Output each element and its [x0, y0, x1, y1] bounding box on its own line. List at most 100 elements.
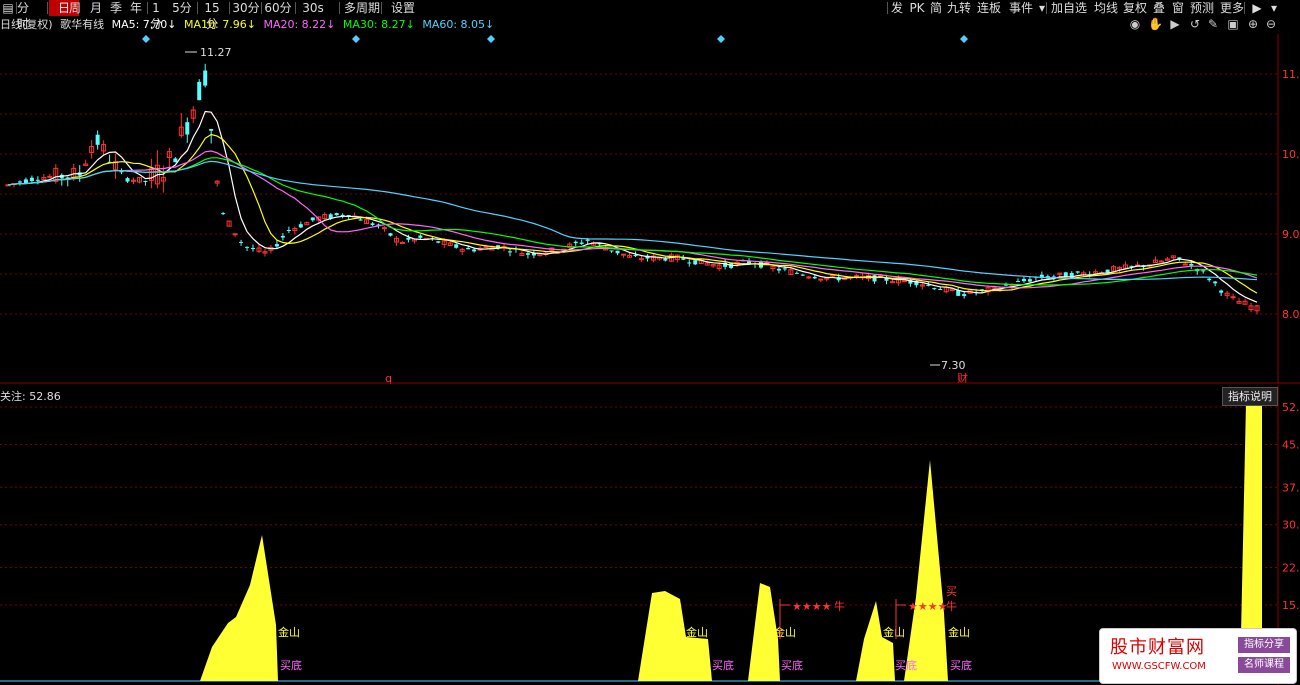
indicator-tick: 37.: [1282, 481, 1300, 494]
period-tab-7[interactable]: 5分: [171, 0, 193, 16]
play-icon[interactable]: ▶: [1168, 17, 1182, 31]
mai-signal: 买: [946, 585, 957, 598]
hand-icon[interactable]: ✋: [1148, 17, 1163, 31]
period-tab-10[interactable]: 60分: [263, 0, 293, 16]
candle-body: [143, 180, 148, 182]
list-icon[interactable]: ▤: [2, 0, 14, 16]
panel-toggle-icon[interactable]: ▶: [1250, 0, 1264, 16]
period-tab-0[interactable]: 分时: [17, 0, 29, 31]
indicator-tick: 45.: [1282, 438, 1300, 451]
tool-tab-10[interactable]: 窗: [1170, 0, 1186, 16]
period-tab-5[interactable]: 年: [127, 0, 145, 16]
ma60-line: [7, 160, 1258, 281]
candle-body: [173, 158, 178, 163]
candle-body: [926, 284, 931, 286]
lock-icon[interactable]: ▣: [1226, 17, 1240, 31]
period-tab-9[interactable]: 30分: [231, 0, 261, 16]
wrench-icon[interactable]: ✎: [1206, 17, 1220, 31]
candle-body: [125, 178, 130, 182]
price-tick: 9.0: [1282, 228, 1300, 241]
tool-tab-12[interactable]: 更多: [1218, 0, 1246, 16]
candle-body: [609, 250, 614, 252]
indicator-value-label: 关注: 52.86: [0, 390, 61, 403]
event-marker-cai: 财: [957, 371, 968, 384]
period-tab-3[interactable]: 月: [87, 0, 105, 16]
candle-body: [185, 122, 190, 135]
candle-body: [782, 268, 787, 270]
candle-body: [286, 229, 291, 231]
candle-body: [585, 239, 590, 241]
attention-mountain: [200, 535, 278, 681]
kline-chart[interactable]: 11.0 10.0 9.0 8.0 11.27 7.30 q 财: [0, 34, 1300, 384]
watermark-title: 股市财富网: [1110, 637, 1205, 658]
candle-body: [901, 280, 907, 283]
candle-body: [525, 253, 530, 255]
candle-body: [1207, 278, 1212, 281]
period-tab-12[interactable]: 多周期: [341, 0, 383, 16]
jinshan-signal: 金山: [883, 625, 905, 639]
candle-body: [232, 233, 238, 236]
candle-body: [681, 258, 686, 260]
period-tab-11[interactable]: 30s: [297, 0, 329, 16]
candle-body: [1219, 290, 1224, 293]
candle-body: [239, 241, 244, 243]
ma10-value: MA10: 7.96↓: [184, 18, 256, 31]
tool-tab-5[interactable]: 事件: [1006, 0, 1036, 16]
tool-tab-4[interactable]: 连板: [974, 0, 1004, 16]
candle-body: [23, 179, 28, 184]
candle-body: [776, 268, 781, 271]
period-tab-8[interactable]: 15分: [199, 0, 225, 31]
candle-body: [938, 289, 943, 291]
candle-body: [472, 249, 477, 252]
period-toolbar: ▤ 分时日周月季年 1分 5分 15分 30分 60分 30s 多周期 设置发 PK 简九转 连板 事件加…: [0, 0, 1300, 31]
ma-legend-bar: 日线(复权) 歌华有线 MA5: 7.70↓ MA10: 7.96↓ MA20:…: [0, 17, 498, 33]
chart-title: 日线(复权): [0, 18, 53, 31]
more-dropdown-icon[interactable]: ▾: [1268, 0, 1280, 16]
tool-tab-1[interactable]: PK: [908, 0, 926, 16]
maidi-signal: 买底: [895, 658, 917, 672]
candle-body: [418, 235, 423, 238]
tool-tab-2[interactable]: 简: [928, 0, 944, 16]
candle-body: [1027, 279, 1032, 282]
price-tick: 11.0: [1282, 68, 1300, 81]
candle-body: [280, 235, 285, 238]
zoom-in-icon[interactable]: ⊕: [1246, 17, 1260, 31]
event-marker-q: q: [385, 372, 392, 384]
tool-tab-8[interactable]: 复权: [1122, 0, 1148, 16]
undo-icon[interactable]: ↺: [1188, 17, 1202, 31]
star-rating: ★★★★: [792, 600, 832, 613]
candle-body: [334, 213, 339, 216]
zoom-out-icon[interactable]: ⊖: [1264, 17, 1278, 31]
indicator-explain-button[interactable]: 指标说明: [1222, 387, 1278, 406]
attention-mountain: [856, 601, 895, 681]
candle-body: [1015, 281, 1020, 283]
candle-body: [1105, 269, 1110, 273]
candle-body: [1230, 296, 1236, 299]
candle-body: [370, 223, 375, 226]
tool-tab-0[interactable]: 发: [889, 0, 905, 16]
candle-body: [298, 224, 303, 228]
indicator-tick: 22.: [1282, 562, 1300, 575]
tool-tab-6[interactable]: 加自选: [1049, 0, 1089, 16]
tool-tab-9[interactable]: 叠: [1151, 0, 1167, 16]
tool-tab-7[interactable]: 均线: [1092, 0, 1120, 16]
stock-name[interactable]: 歌华有线: [60, 18, 104, 31]
candle-body: [507, 251, 512, 253]
period-tab-4[interactable]: 季: [107, 0, 125, 16]
candle-body: [209, 129, 214, 131]
candle-body: [17, 181, 22, 183]
period-tab-2[interactable]: 周: [67, 0, 83, 16]
candle-body: [310, 217, 315, 221]
candle-body: [1158, 260, 1164, 263]
period-tab-13[interactable]: 设置: [383, 0, 423, 16]
candle-body: [573, 241, 578, 244]
candle-body: [579, 242, 584, 244]
event-diamond-icon: [717, 35, 725, 43]
tool-tab-11[interactable]: 预测: [1189, 0, 1215, 16]
eye-icon[interactable]: ◉: [1128, 17, 1142, 31]
price-tick: 8.0: [1282, 308, 1300, 321]
maidi-signal: 买底: [280, 658, 302, 672]
period-tab-6[interactable]: 1分: [147, 0, 165, 31]
tool-tab-3[interactable]: 九转: [946, 0, 972, 16]
candle-body: [245, 246, 250, 248]
